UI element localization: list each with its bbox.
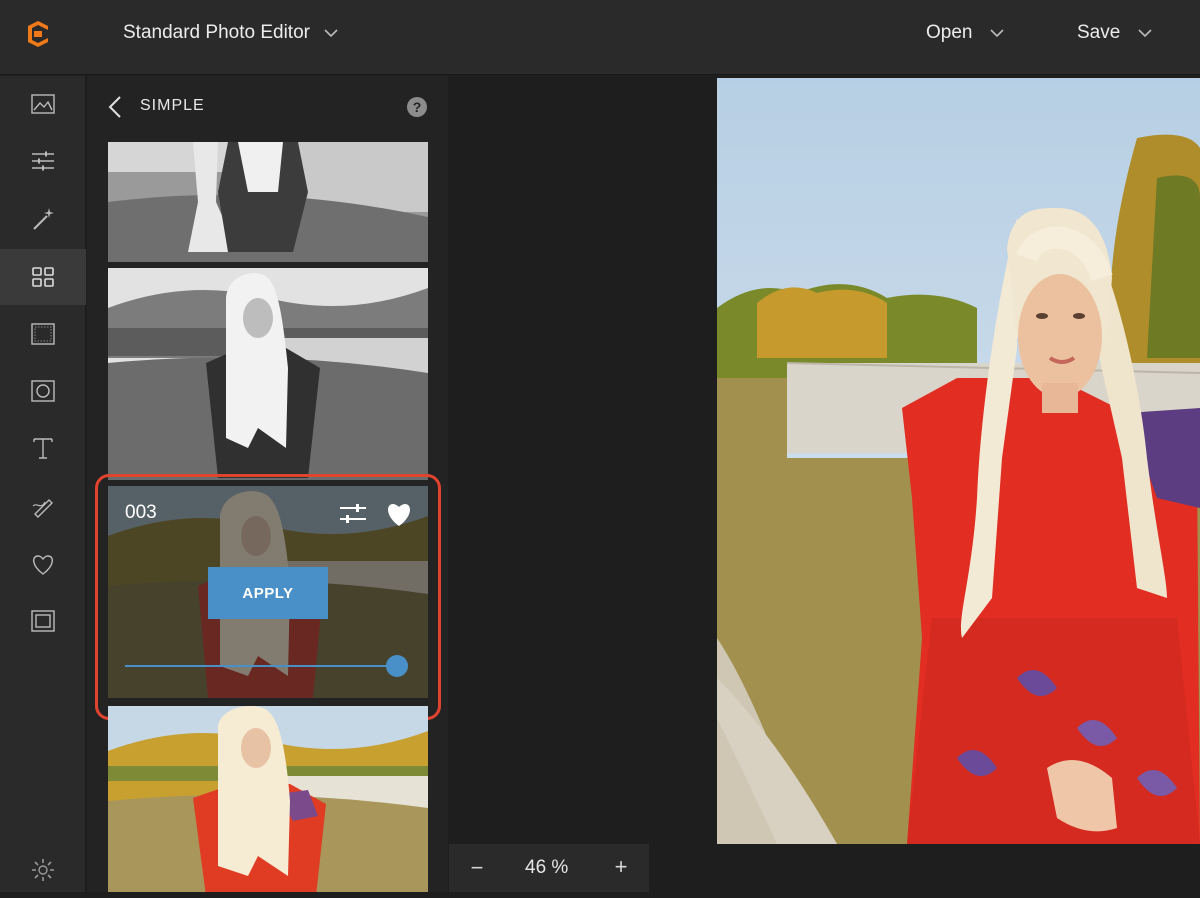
photo-canvas[interactable]: [717, 78, 1200, 844]
apply-button[interactable]: APPLY: [208, 567, 328, 619]
tool-rail: [0, 76, 86, 892]
zoom-control: − 46 % +: [449, 844, 649, 892]
zoom-out-button[interactable]: −: [467, 855, 487, 881]
save-dropdown[interactable]: Save: [1077, 22, 1152, 44]
rail-item-border[interactable]: [0, 593, 86, 649]
rail-item-effects[interactable]: [0, 191, 86, 247]
top-bar: Standard Photo Editor Open Save: [0, 0, 1200, 75]
panel-title: SIMPLE: [140, 97, 205, 114]
adjust-sliders-icon[interactable]: [338, 502, 368, 526]
filter-preview: [108, 706, 428, 892]
favorite-heart-icon[interactable]: [384, 500, 414, 528]
open-label: Open: [926, 22, 973, 43]
app-logo[interactable]: [22, 18, 54, 50]
editor-mode-label: Standard Photo Editor: [123, 22, 310, 43]
rail-item-filters[interactable]: [0, 249, 86, 305]
magic-wand-icon: [33, 208, 54, 230]
texture-icon: [31, 323, 55, 345]
rail-item-image[interactable]: [0, 76, 86, 132]
rail-item-textures[interactable]: [0, 306, 86, 362]
heart-icon: [33, 555, 53, 575]
filter-panel: SIMPLE ? 003 APPLY: [87, 76, 448, 892]
intensity-slider-handle[interactable]: [386, 655, 408, 677]
border-icon: [31, 610, 55, 632]
photo-image: [717, 78, 1200, 844]
help-icon[interactable]: ?: [407, 97, 427, 117]
rail-item-text[interactable]: [0, 420, 86, 476]
sliders-icon: [32, 151, 54, 171]
selected-filter-card[interactable]: 003 APPLY: [108, 486, 428, 698]
editor-mode-dropdown[interactable]: Standard Photo Editor: [123, 22, 338, 44]
filter-name: 003: [125, 502, 157, 523]
text-icon: [33, 438, 53, 459]
save-label: Save: [1077, 22, 1121, 43]
filter-preview: [108, 268, 428, 480]
zoom-in-button[interactable]: +: [611, 854, 631, 880]
rail-item-settings[interactable]: [0, 842, 86, 898]
rail-item-draw[interactable]: [0, 478, 86, 534]
brush-icon: [32, 499, 53, 518]
rail-item-favorites[interactable]: [0, 536, 86, 592]
image-icon: [31, 94, 55, 114]
filter-thumbnail[interactable]: [108, 706, 428, 892]
gear-icon: [32, 859, 54, 881]
back-arrow-icon[interactable]: [107, 95, 123, 119]
chevron-down-icon: [1138, 29, 1152, 38]
panel-header: SIMPLE ?: [87, 76, 448, 138]
zoom-level: 46 %: [525, 857, 569, 878]
zoom-bar: − 46 % +: [449, 844, 1200, 892]
frame-circle-icon: [31, 380, 55, 402]
filter-thumbnail[interactable]: [108, 268, 428, 480]
chevron-down-icon: [324, 29, 338, 38]
open-dropdown[interactable]: Open: [926, 22, 1005, 44]
grid-icon: [32, 267, 54, 287]
canvas-area[interactable]: [449, 76, 1200, 844]
filter-thumbnail[interactable]: [108, 142, 428, 262]
rail-item-adjust[interactable]: [0, 133, 86, 189]
chevron-down-icon: [990, 29, 1005, 38]
rail-item-frames[interactable]: [0, 363, 86, 419]
intensity-slider-track[interactable]: [125, 665, 397, 667]
filter-preview: [108, 142, 428, 262]
